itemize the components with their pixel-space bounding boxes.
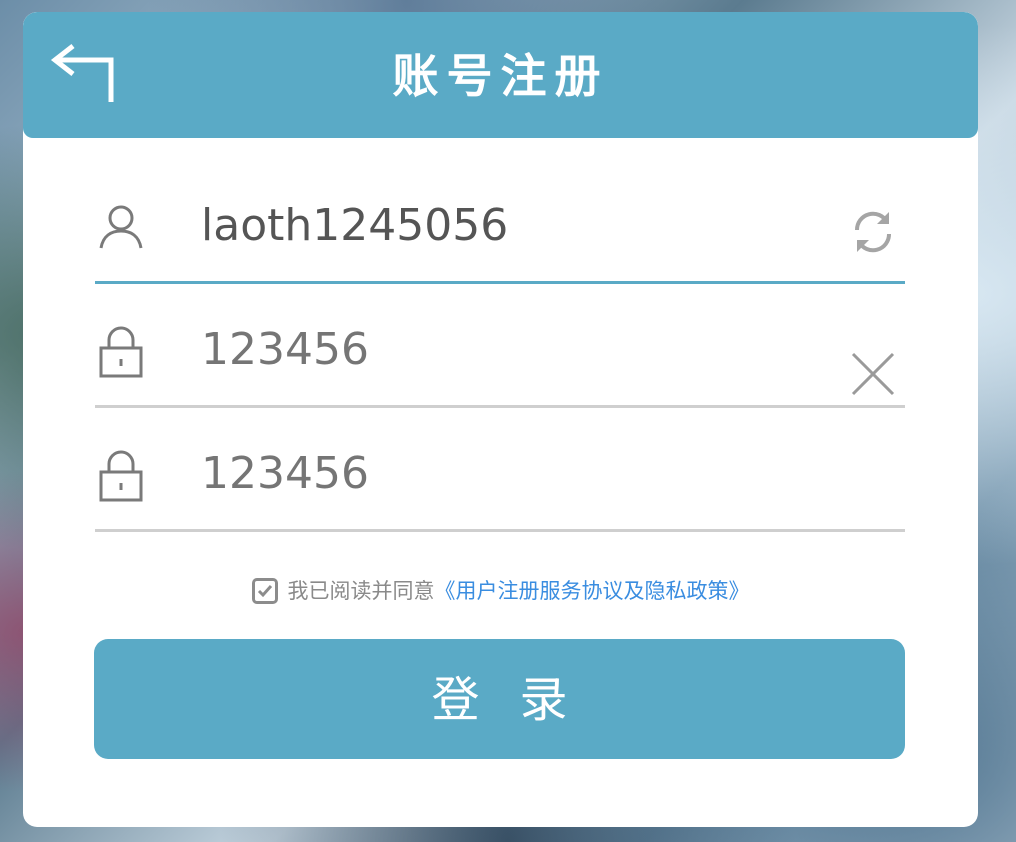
- agreement-checkbox[interactable]: [251, 578, 278, 604]
- username-field: [95, 184, 905, 284]
- agreement-link[interactable]: 《用户注册服务协议及隐私政策》: [435, 579, 750, 603]
- lock-icon: [95, 450, 147, 502]
- panel-header: 账号注册: [23, 12, 978, 138]
- username-input[interactable]: [201, 194, 821, 258]
- page-title: 账号注册: [392, 49, 609, 103]
- checkmark-icon: [257, 585, 272, 598]
- confirm-password-input[interactable]: [201, 442, 821, 506]
- agreement-inner: 我已阅读并同意《用户注册服务协议及隐私政策》: [251, 574, 750, 608]
- close-icon[interactable]: [847, 348, 899, 400]
- user-icon: [95, 202, 147, 254]
- register-panel: 账号注册 laoth1245056 123456 123456 我已阅读并同意《…: [23, 12, 978, 827]
- password-input[interactable]: [201, 318, 821, 382]
- agreement-text: 我已阅读并同意: [287, 579, 435, 603]
- confirm-password-field: [95, 432, 905, 532]
- login-button[interactable]: 登录: [94, 639, 905, 759]
- lock-icon: [95, 326, 147, 378]
- password-field: [95, 308, 905, 408]
- refresh-icon[interactable]: [847, 206, 899, 258]
- agreement-row: 我已阅读并同意《用户注册服务协议及隐私政策》: [23, 574, 978, 610]
